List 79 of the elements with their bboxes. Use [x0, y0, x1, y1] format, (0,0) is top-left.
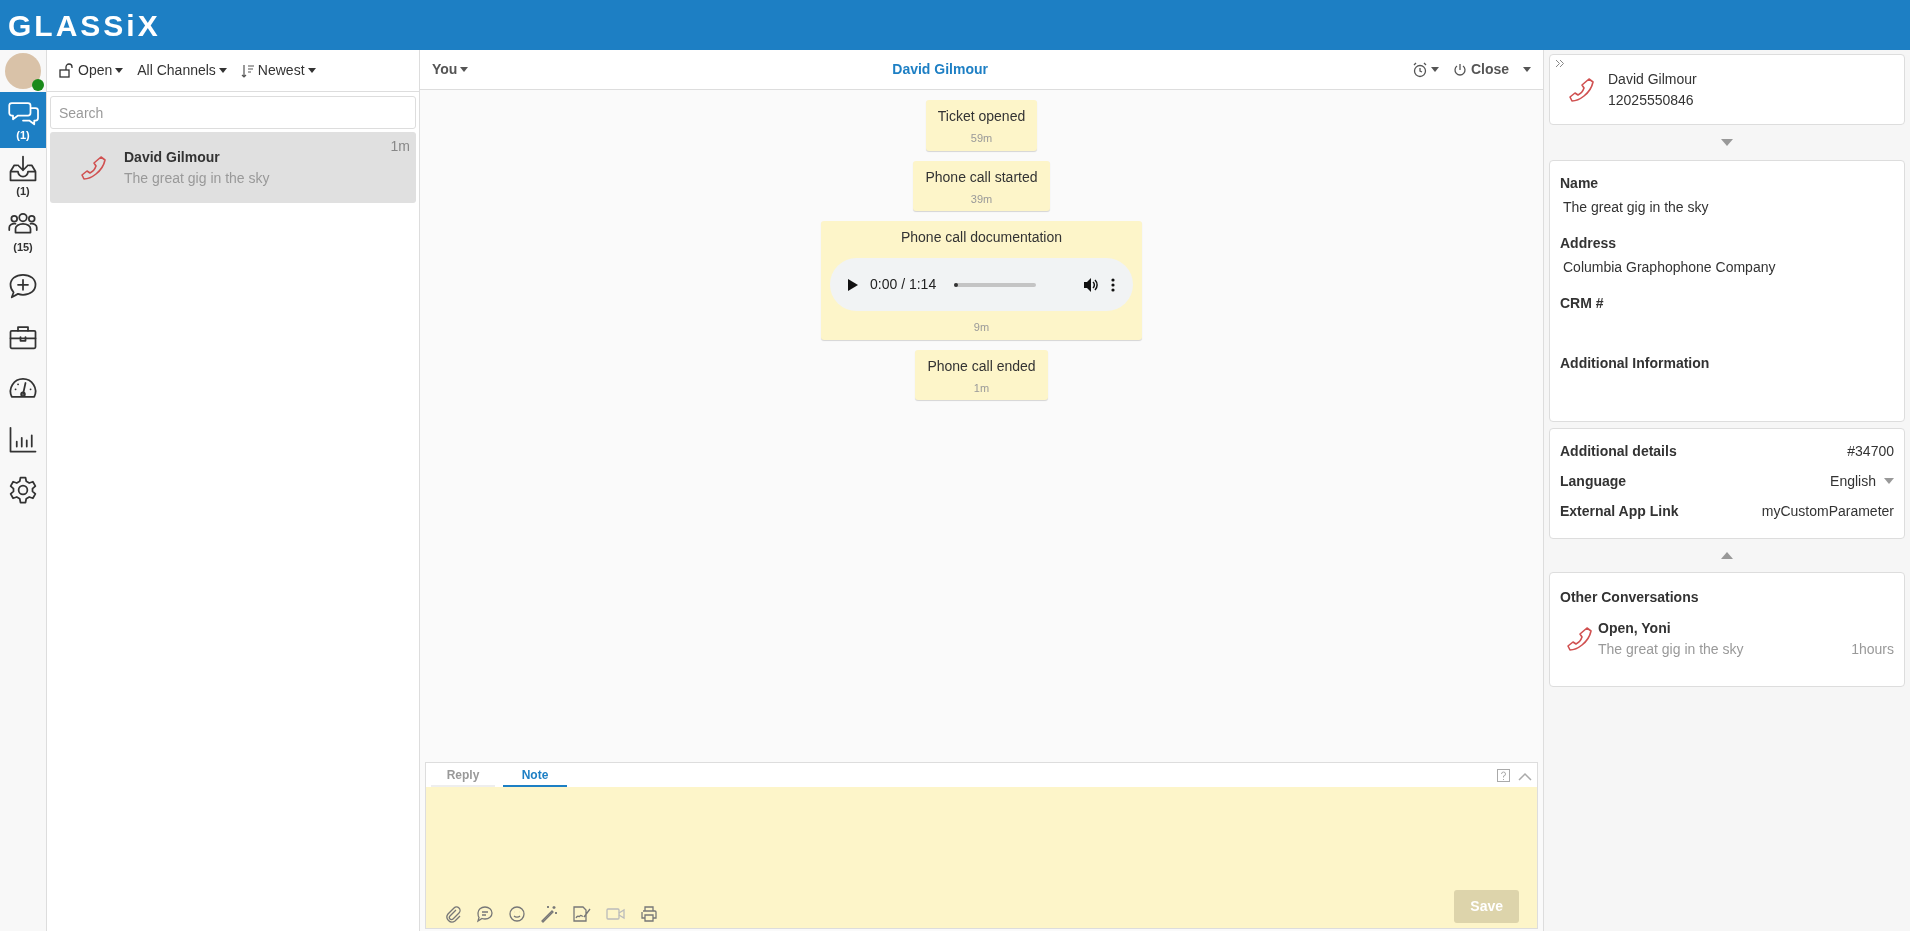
- detail-label: Additional details: [1560, 441, 1677, 461]
- power-icon: [1452, 62, 1467, 77]
- caret-icon: [1430, 67, 1439, 72]
- nav-item[interactable]: (15): [0, 204, 46, 260]
- detail-value: #34700: [1847, 441, 1894, 461]
- field-label: Additional Information: [1560, 354, 1711, 373]
- phone-icon: [80, 153, 108, 182]
- detail-label: Language: [1560, 471, 1627, 491]
- conversation-item[interactable]: David Gilmour The great gig in the sky 1m: [50, 132, 416, 203]
- phone-icon: [1568, 75, 1596, 104]
- message-preview: The great gig in the sky: [124, 168, 270, 188]
- count-label: (1): [16, 184, 30, 198]
- phone-icon: [1566, 625, 1594, 653]
- collapse-icon[interactable]: [1518, 772, 1532, 781]
- unlocked-lock-icon: [59, 63, 75, 78]
- chat-title: David Gilmour: [892, 60, 988, 79]
- event-title: Ticket opened: [937, 107, 1026, 126]
- event-title: Phone call documentation: [900, 228, 1063, 247]
- conversation-item[interactable]: Open, Yoni The great gig in the sky 1hours: [1560, 618, 1894, 660]
- collapse-up-icon[interactable]: [1721, 552, 1733, 559]
- channel-filter[interactable]: All Channels: [137, 60, 227, 81]
- help-icon[interactable]: [1497, 769, 1510, 782]
- field-label: Address: [1560, 234, 1618, 253]
- timestamp: 1m: [390, 137, 410, 156]
- timestamp: 9m: [973, 320, 990, 335]
- caret-icon: [115, 68, 124, 73]
- caret-icon: [218, 68, 227, 73]
- language-dropdown[interactable]: English: [1830, 470, 1894, 492]
- expand-down-icon[interactable]: [1721, 139, 1733, 146]
- field-label: CRM #: [1560, 294, 1605, 313]
- attachment-icon[interactable]: [444, 905, 462, 923]
- timestamp: 1hours: [1851, 640, 1894, 659]
- inbox-download-icon: [7, 154, 39, 184]
- event-title: Phone call ended: [927, 356, 1036, 376]
- field-label: Name: [1560, 174, 1600, 193]
- canned-reply-icon[interactable]: [476, 905, 494, 923]
- avatar[interactable]: [5, 53, 41, 89]
- close-dropdown[interactable]: Close: [1452, 59, 1531, 80]
- search-field[interactable]: Search: [50, 96, 416, 129]
- signature-icon[interactable]: [572, 905, 592, 923]
- nav-item[interactable]: (1): [0, 148, 46, 204]
- caret-icon: [460, 67, 469, 72]
- nav-item[interactable]: (1): [0, 92, 46, 148]
- caret-icon: [307, 68, 316, 73]
- caret-icon: [1523, 67, 1531, 72]
- field-value: The great gig in the sky: [1562, 198, 1710, 217]
- status-filter[interactable]: Open: [59, 60, 124, 81]
- print-icon[interactable]: [640, 905, 658, 923]
- detail-value: myCustomParameter: [1761, 501, 1894, 521]
- timestamp: 59m: [970, 131, 993, 146]
- audio-time: 0:00 / 1:14: [870, 275, 937, 294]
- contact-name: David Gilmour: [1608, 69, 1697, 89]
- audio-player[interactable]: 0:00 / 1:14: [830, 258, 1133, 311]
- sort-dropdown[interactable]: Newest: [240, 60, 316, 81]
- assignee-dropdown[interactable]: You: [432, 59, 469, 80]
- field-value: Columbia Graphophone Company: [1562, 258, 1777, 277]
- caret-icon: [1884, 478, 1894, 484]
- emoji-icon[interactable]: [508, 905, 526, 923]
- conversation-title: Open, Yoni: [1598, 619, 1672, 638]
- more-options-icon[interactable]: [1111, 277, 1115, 292]
- contact-phone: 12025550846: [1608, 90, 1695, 110]
- snooze-button[interactable]: [1411, 61, 1439, 78]
- section-title: Other Conversations: [1560, 588, 1700, 607]
- contact-name: David Gilmour: [124, 147, 221, 167]
- message-preview: The great gig in the sky: [1598, 640, 1744, 659]
- count-label: (15): [13, 240, 33, 254]
- audio-progress-track[interactable]: [954, 282, 1037, 287]
- timestamp: 1m: [973, 380, 990, 396]
- detail-label: External App Link: [1560, 501, 1679, 521]
- play-icon[interactable]: [848, 278, 858, 291]
- event-title: Phone call started: [925, 167, 1038, 187]
- volume-icon[interactable]: [1083, 276, 1099, 293]
- logo: GLASSiX: [8, 7, 161, 44]
- expand-icon[interactable]: [1555, 59, 1565, 68]
- gear-icon: [7, 474, 39, 505]
- count-label: (1): [16, 128, 30, 142]
- magic-wand-icon[interactable]: [540, 905, 558, 923]
- timestamp: 39m: [970, 191, 993, 207]
- sort-icon: [240, 63, 255, 78]
